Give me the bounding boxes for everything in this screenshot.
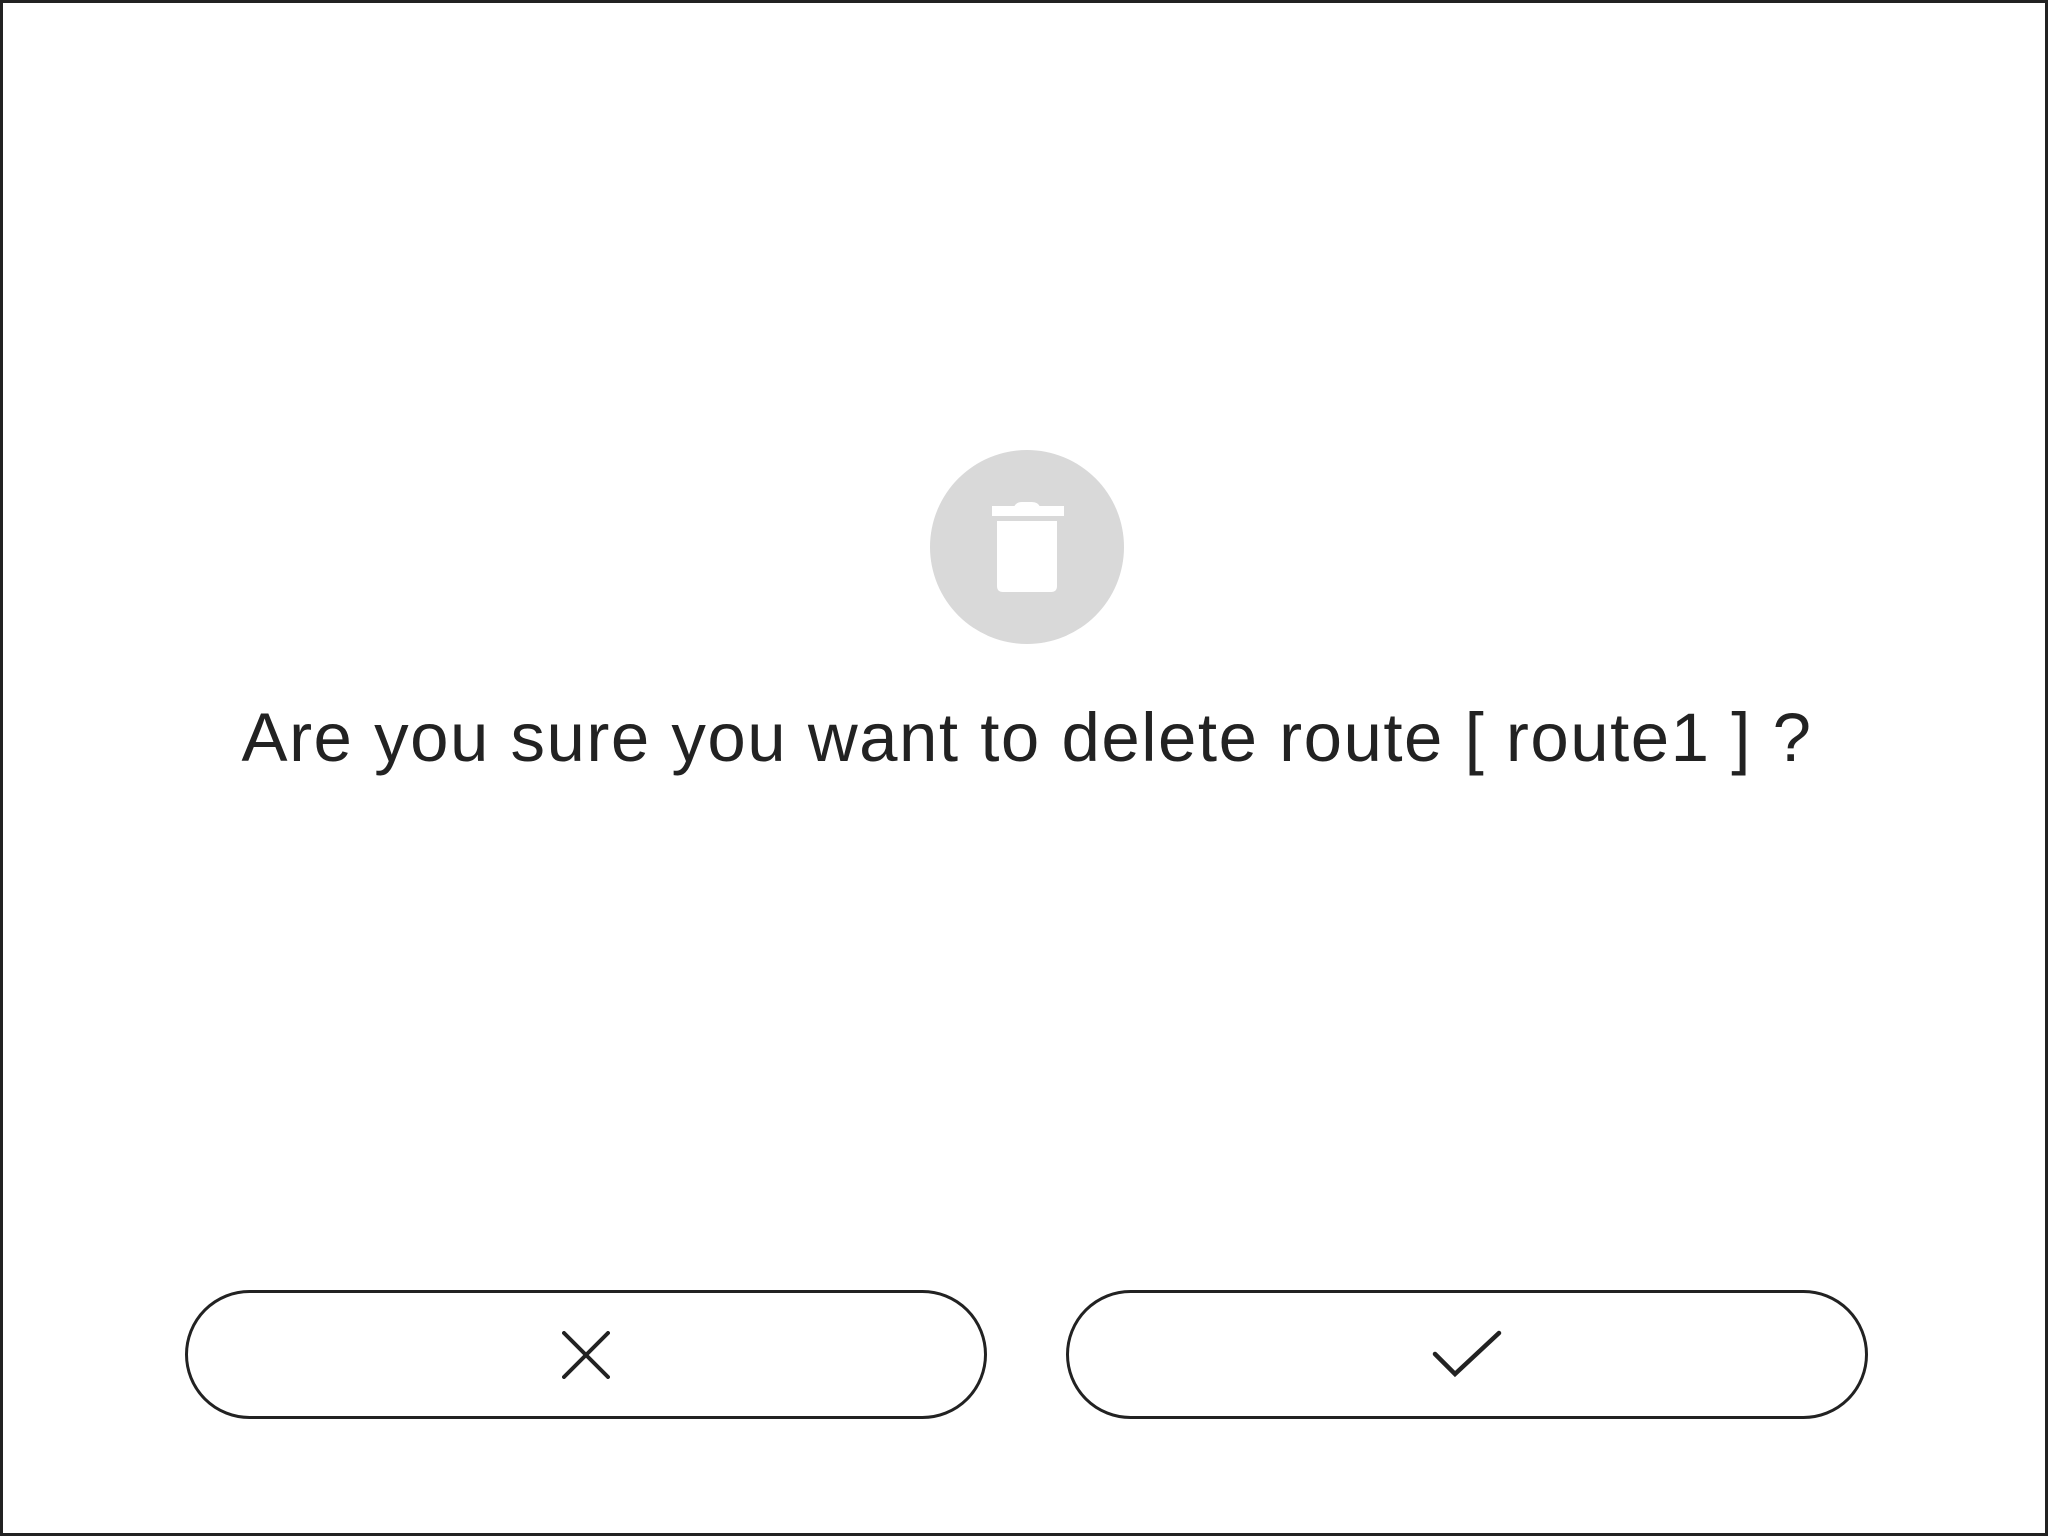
confirm-message: Are you sure you want to delete route [ … [241, 699, 1813, 776]
cancel-button[interactable] [185, 1290, 987, 1419]
trash-icon [992, 502, 1064, 592]
confirm-button[interactable] [1066, 1290, 1868, 1419]
delete-confirm-dialog: Are you sure you want to delete route [ … [0, 0, 2048, 1536]
close-icon [562, 1330, 610, 1379]
trash-icon-badge [930, 450, 1124, 644]
check-icon [1432, 1330, 1502, 1377]
